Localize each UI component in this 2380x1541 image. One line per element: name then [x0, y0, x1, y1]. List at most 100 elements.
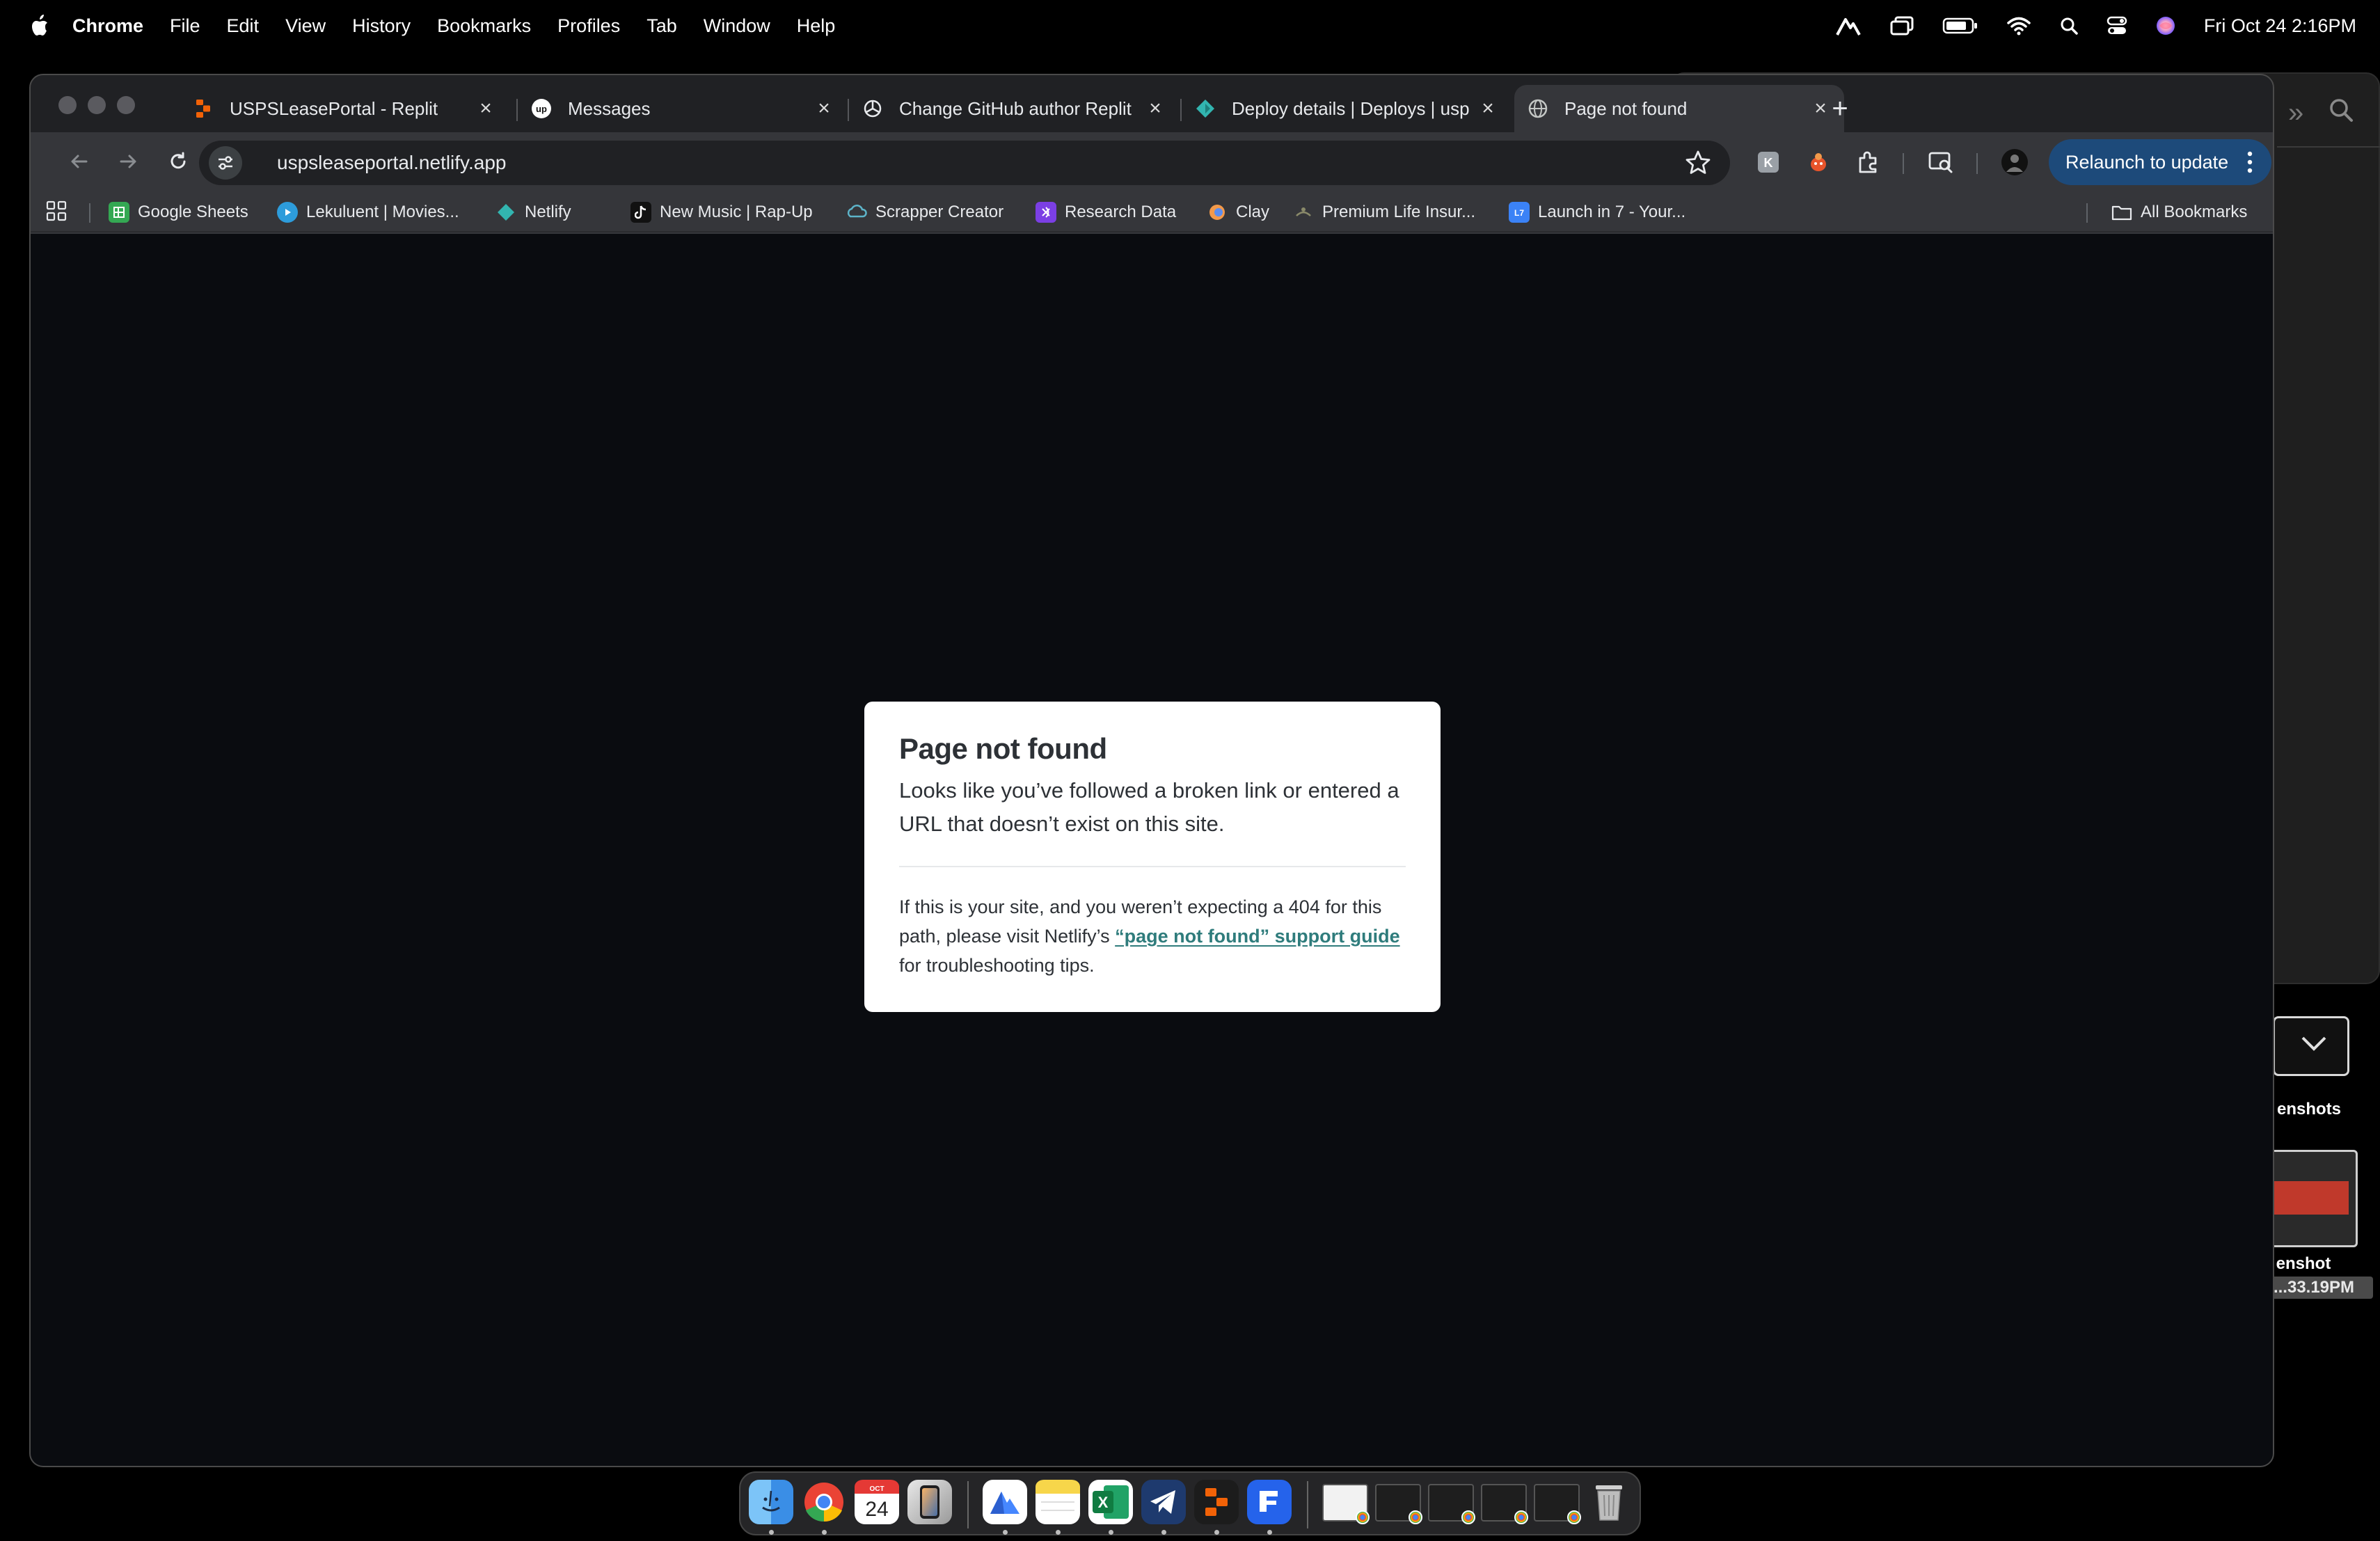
- apps-grid-icon[interactable]: [46, 200, 67, 226]
- menu-app-chrome[interactable]: Chrome: [72, 15, 143, 37]
- bookmark-label: Clay: [1236, 203, 1270, 221]
- site-info-icon[interactable]: [209, 146, 242, 180]
- dock-separator: [967, 1481, 969, 1528]
- tab-uspsleaseportal-replit[interactable]: USPSLeasePortal - Replit ×: [180, 85, 509, 132]
- bookmark-label: Lekuluent | Movies...: [306, 203, 459, 221]
- bookmark-premium-life-insurance[interactable]: Premium Life Insur...: [1293, 200, 1475, 224]
- menu-file[interactable]: File: [170, 15, 200, 37]
- checkmark-icon: [2300, 1032, 2328, 1058]
- nordvpn-icon[interactable]: [983, 1480, 1027, 1524]
- relaunch-to-update-button[interactable]: Relaunch to update: [2049, 139, 2271, 185]
- tab-close-button[interactable]: ×: [1474, 95, 1502, 123]
- bookmarks-bar: Google Sheets Lekuluent | Movies... Netl…: [31, 191, 2273, 232]
- replit-icon[interactable]: [1194, 1480, 1239, 1524]
- profile-avatar[interactable]: [1999, 146, 2031, 178]
- trash-icon[interactable]: [1587, 1480, 1631, 1524]
- bookmark-netlify[interactable]: Netlify: [495, 200, 571, 224]
- bookmark-label: Research Data: [1065, 203, 1177, 221]
- menu-view[interactable]: View: [285, 15, 326, 37]
- telegram-icon[interactable]: [1141, 1480, 1186, 1524]
- menu-help[interactable]: Help: [797, 15, 836, 37]
- back-button[interactable]: [60, 142, 99, 181]
- address-bar[interactable]: uspsleaseportal.netlify.app: [199, 141, 1730, 185]
- tab-strip: USPSLeasePortal - Replit × up Messages ×…: [31, 75, 2273, 132]
- tab-change-github-author[interactable]: Change GitHub author Replit ×: [849, 85, 1179, 132]
- menu-edit[interactable]: Edit: [227, 15, 260, 37]
- folder-thumbnail: [2273, 1016, 2349, 1076]
- menu-history[interactable]: History: [352, 15, 411, 37]
- bookmark-lekuluent[interactable]: Lekuluent | Movies...: [277, 200, 459, 224]
- help-text: If this is your site, and you weren’t ex…: [899, 892, 1406, 980]
- research-icon: [1036, 202, 1056, 223]
- running-indicator: [1056, 1530, 1061, 1535]
- tab-page-not-found[interactable]: Page not found ×: [1514, 85, 1844, 132]
- globe-icon: [1527, 97, 1549, 120]
- iphone-mirroring-icon[interactable]: [907, 1480, 952, 1524]
- extension-k-icon[interactable]: K: [1752, 146, 1784, 178]
- url-text[interactable]: uspsleaseportal.netlify.app: [277, 152, 506, 174]
- new-tab-button[interactable]: +: [1819, 88, 1861, 129]
- bookmark-scrapper-creator[interactable]: Scrapper Creator: [846, 200, 1003, 224]
- bookmarks-divider: [89, 203, 90, 223]
- google-lens-search-icon[interactable]: [1925, 146, 1957, 178]
- notes-icon[interactable]: [1036, 1480, 1080, 1524]
- tab-title: USPSLeasePortal - Replit: [230, 97, 438, 119]
- minimized-window-thumbnail[interactable]: [1481, 1484, 1528, 1524]
- running-indicator: [769, 1530, 774, 1535]
- chrome-icon[interactable]: [802, 1480, 846, 1524]
- menu-clock[interactable]: Fri Oct 24 2:16PM: [2204, 15, 2356, 37]
- finder-icon[interactable]: [749, 1480, 793, 1524]
- toolbar-divider: [1976, 153, 1978, 174]
- minimized-window-thumbnail[interactable]: [1322, 1484, 1370, 1524]
- bookmark-google-sheets[interactable]: Google Sheets: [109, 200, 248, 224]
- bookmark-label: Launch in 7 - Your...: [1538, 203, 1686, 221]
- support-guide-link[interactable]: “page not found” support guide: [1115, 926, 1399, 947]
- tab-close-button[interactable]: ×: [472, 95, 500, 123]
- window-zoom-button[interactable]: [117, 96, 135, 114]
- bookmarks-divider: [2086, 203, 2088, 223]
- bookmark-research-data[interactable]: Research Data: [1036, 200, 1176, 224]
- spotlight-icon[interactable]: [2059, 16, 2079, 35]
- menu-bookmarks[interactable]: Bookmarks: [437, 15, 531, 37]
- tab-deploy-details[interactable]: Deploy details | Deploys | usp ×: [1182, 85, 1512, 132]
- window-close-button[interactable]: [58, 96, 77, 114]
- tab-close-button[interactable]: ×: [810, 95, 838, 123]
- more-menu-icon[interactable]: [2246, 150, 2253, 179]
- bookmark-launch-in-7[interactable]: L7 Launch in 7 - Your...: [1509, 200, 1685, 224]
- vpn-icon[interactable]: [1835, 15, 1862, 36]
- extension-bug-icon[interactable]: [1802, 146, 1834, 178]
- minimized-window-thumbnail[interactable]: [1534, 1484, 1581, 1524]
- bookmark-new-music-rap-up[interactable]: New Music | Rap-Up: [630, 200, 813, 224]
- tab-messages[interactable]: up Messages ×: [518, 85, 848, 132]
- netlify-icon: [495, 202, 516, 223]
- error-description: Looks like you’ve followed a broken link…: [899, 778, 1399, 836]
- minimized-window-thumbnail[interactable]: [1428, 1484, 1475, 1524]
- stage-manager-icon[interactable]: [1889, 15, 1914, 36]
- bookmark-star-icon[interactable]: [1683, 148, 1713, 182]
- menu-window[interactable]: Window: [704, 15, 770, 37]
- minimized-window-thumbnail[interactable]: [1375, 1484, 1422, 1524]
- battery-icon[interactable]: [1942, 17, 1978, 35]
- control-center-icon[interactable]: [2107, 16, 2127, 35]
- all-bookmarks-button[interactable]: All Bookmarks: [2111, 200, 2247, 224]
- calendar-icon[interactable]: OCT 24: [855, 1480, 899, 1524]
- card-divider: [899, 866, 1406, 867]
- netlify-icon: [1194, 97, 1216, 120]
- bookmark-label: New Music | Rap-Up: [660, 203, 813, 221]
- running-indicator: [1003, 1530, 1008, 1535]
- reload-button[interactable]: [159, 142, 198, 181]
- extensions-puzzle-icon[interactable]: [1853, 146, 1885, 178]
- menu-profiles[interactable]: Profiles: [557, 15, 620, 37]
- excel-icon[interactable]: X: [1088, 1480, 1133, 1524]
- apple-menu-icon[interactable]: [26, 12, 54, 40]
- tab-close-button[interactable]: ×: [1141, 95, 1169, 123]
- folder-icon: [2111, 202, 2132, 223]
- framer-icon[interactable]: [1247, 1480, 1292, 1524]
- forward-button[interactable]: [109, 142, 148, 181]
- bookmark-clay[interactable]: Clay: [1207, 200, 1269, 224]
- window-minimize-button[interactable]: [88, 96, 106, 114]
- siri-icon[interactable]: [2155, 15, 2176, 36]
- menu-tab[interactable]: Tab: [646, 15, 677, 37]
- wifi-icon[interactable]: [2006, 16, 2031, 35]
- browser-toolbar: uspsleaseportal.netlify.app K Relaunch t…: [31, 132, 2273, 191]
